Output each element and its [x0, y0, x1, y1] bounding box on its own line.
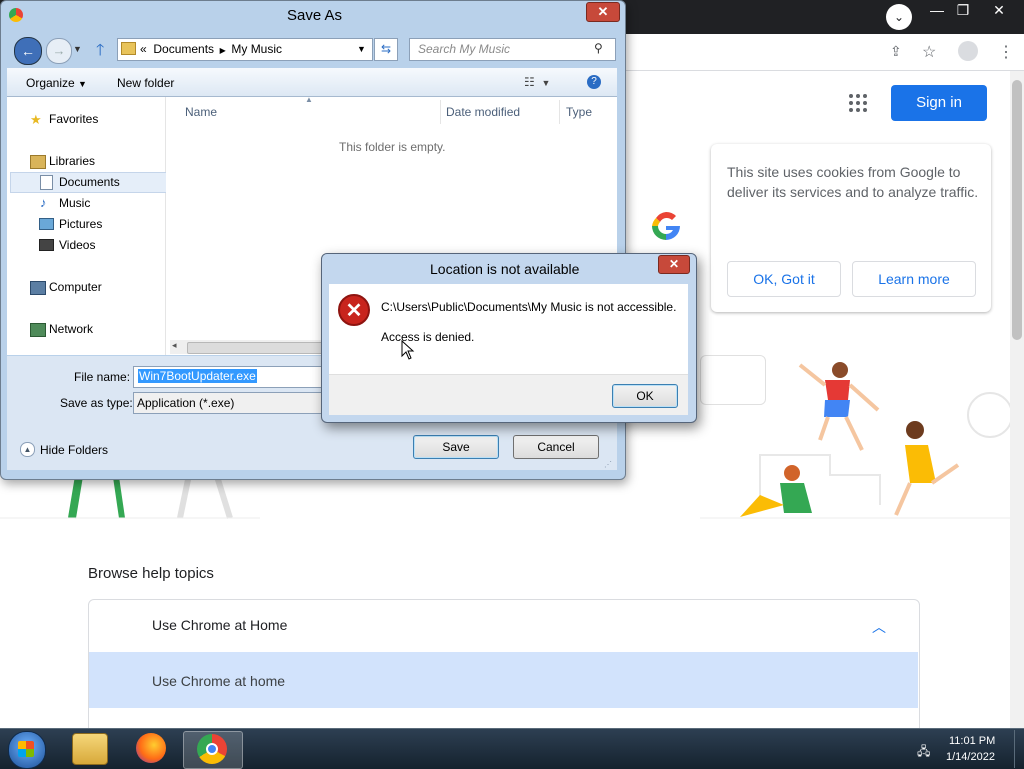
collapse-chevron-icon[interactable]: ▲	[20, 442, 35, 457]
nav-favorites[interactable]: Favorites	[49, 112, 98, 126]
learn-more-button[interactable]: Learn more	[852, 261, 976, 297]
page-scrollbar-thumb[interactable]	[1012, 80, 1022, 340]
search-icon[interactable]: ⚲	[594, 41, 603, 55]
show-desktop-button[interactable]	[1014, 730, 1024, 768]
file-explorer-taskbar-icon[interactable]	[72, 733, 108, 765]
nav-libraries[interactable]: Libraries	[49, 154, 95, 168]
error-message-access-denied: Access is denied.	[381, 330, 475, 344]
column-header-date-modified[interactable]: Date modified	[446, 105, 520, 119]
file-name-label: File name:	[74, 370, 131, 384]
column-divider[interactable]	[559, 100, 560, 124]
breadcrumb-overflow[interactable]: «	[140, 42, 147, 56]
network-tray-icon[interactable]: 🖧	[917, 742, 930, 763]
scroll-left-icon[interactable]: ◂	[172, 340, 177, 351]
error-dialog-body	[329, 284, 688, 374]
empty-folder-message: This folder is empty.	[339, 140, 446, 154]
nav-documents[interactable]: Documents	[59, 175, 120, 189]
new-folder-button[interactable]: New folder	[117, 76, 174, 90]
chevron-up-icon[interactable]: ︿	[872, 617, 886, 637]
help-icon[interactable]: ?	[587, 75, 601, 89]
refresh-icon[interactable]: ⇆	[374, 38, 398, 61]
nav-computer[interactable]: Computer	[49, 280, 102, 294]
computer-icon	[30, 281, 46, 295]
restore-icon[interactable]: ❐	[952, 0, 974, 20]
bookmark-star-icon[interactable]: ☆	[922, 42, 936, 62]
clock-date[interactable]: 1/14/2022	[946, 751, 995, 763]
breadcrumb: « Documents ▶ My Music	[140, 42, 283, 56]
organize-button[interactable]: Organize ▼	[26, 76, 87, 90]
windows-logo-icon	[18, 741, 34, 757]
minimize-icon[interactable]: —	[924, 0, 950, 20]
error-dialog-title: Location is not available	[430, 261, 580, 277]
folder-icon	[121, 42, 136, 55]
google-g-logo-icon	[648, 208, 684, 244]
resize-grip-icon[interactable]: ⋰	[604, 460, 612, 469]
error-message-path: C:\Users\Public\Documents\My Music is no…	[381, 300, 677, 314]
chrome-app-icon	[9, 8, 23, 22]
column-divider[interactable]	[440, 100, 441, 124]
sign-in-button[interactable]: Sign in	[891, 85, 987, 121]
music-note-icon: ♪	[40, 195, 47, 210]
chrome-taskbar-icon[interactable]	[197, 734, 227, 764]
cookie-notice-text: This site uses cookies from Google to de…	[727, 164, 979, 200]
save-button[interactable]: Save	[413, 435, 499, 459]
videos-icon	[39, 239, 54, 251]
breadcrumb-documents[interactable]: Documents	[153, 42, 214, 56]
ok-got-it-button[interactable]: OK, Got it	[727, 261, 841, 297]
view-options-icon[interactable]: ☷ ▼	[524, 75, 550, 89]
column-header-type[interactable]: Type	[566, 105, 592, 119]
network-icon	[30, 323, 46, 337]
mouse-cursor-icon	[401, 339, 415, 363]
address-dropdown-icon[interactable]: ▼	[357, 44, 366, 54]
nav-music[interactable]: Music	[59, 196, 90, 210]
nav-videos[interactable]: Videos	[59, 238, 95, 252]
recent-locations-dropdown-icon[interactable]: ▼	[73, 44, 82, 54]
save-as-type-label: Save as type:	[60, 396, 133, 410]
horizontal-scrollbar-thumb[interactable]	[187, 342, 329, 354]
save-as-title: Save As	[287, 7, 343, 24]
error-ok-button[interactable]: OK	[612, 384, 678, 408]
libraries-icon	[30, 155, 46, 169]
accordion-item-use-chrome-at-home[interactable]: Use Chrome at home	[152, 673, 285, 689]
file-name-value[interactable]: Win7BootUpdater.exe	[138, 369, 257, 383]
save-as-type-value[interactable]: Application (*.exe)	[137, 396, 234, 410]
sort-ascending-icon: ▲	[305, 95, 313, 104]
chrome-menu-icon[interactable]: ⋮	[998, 42, 1014, 62]
forward-arrow-icon[interactable]: →	[46, 38, 72, 64]
documents-icon	[40, 175, 53, 190]
close-window-icon[interactable]: ✕	[984, 0, 1014, 20]
column-header-name[interactable]: Name	[185, 105, 217, 119]
breadcrumb-my-music[interactable]: My Music	[231, 42, 282, 56]
clock-time[interactable]: 11:01 PM	[949, 735, 995, 747]
browse-help-topics-heading: Browse help topics	[88, 565, 214, 582]
tab-search-icon[interactable]: ⌄	[886, 4, 912, 30]
error-dialog-close-button[interactable]: ✕	[658, 255, 690, 274]
back-arrow-icon[interactable]: ←	[14, 37, 42, 65]
up-folder-icon[interactable]: 🡑	[96, 39, 104, 66]
save-as-close-button[interactable]: ✕	[586, 2, 620, 22]
error-x-icon: ✕	[338, 294, 370, 326]
profile-avatar-icon[interactable]	[958, 41, 978, 61]
firefox-taskbar-icon[interactable]	[136, 733, 166, 763]
nav-pictures[interactable]: Pictures	[59, 217, 102, 231]
people-illustration-right	[700, 355, 1013, 522]
favorites-star-icon: ★	[30, 112, 42, 127]
share-icon[interactable]: ⇪	[890, 43, 902, 60]
accordion-header-use-chrome[interactable]: Use Chrome at Home	[152, 617, 287, 633]
google-apps-icon[interactable]	[849, 94, 867, 112]
search-placeholder: Search My Music	[418, 42, 511, 56]
pictures-icon	[39, 218, 54, 230]
hide-folders-button[interactable]: Hide Folders	[40, 443, 108, 457]
nav-network[interactable]: Network	[49, 322, 93, 336]
cancel-button[interactable]: Cancel	[513, 435, 599, 459]
